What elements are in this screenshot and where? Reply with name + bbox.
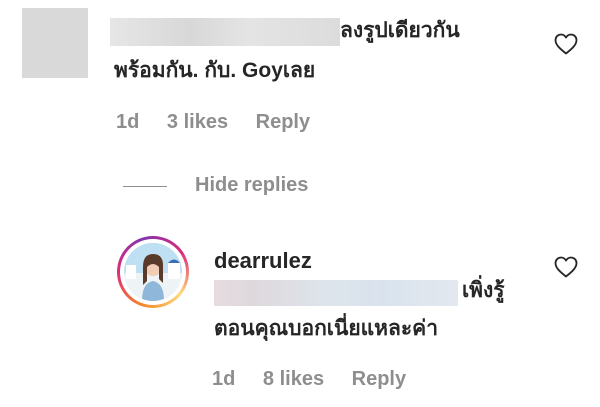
redacted-mention — [214, 280, 458, 306]
comment-text-line1: ลงรูปเดียวกัน — [340, 19, 460, 42]
reply-likes[interactable]: 8 likes — [263, 368, 324, 390]
comment-reply-button[interactable]: Reply — [256, 111, 310, 133]
avatar-photo — [124, 243, 182, 301]
comment-time[interactable]: 1d — [116, 111, 139, 133]
redacted-username — [110, 18, 340, 46]
heart-icon[interactable] — [554, 256, 578, 278]
reply-username[interactable]: dearrulez — [214, 248, 312, 274]
reply-reply-button[interactable]: Reply — [352, 368, 406, 390]
comment-meta: 1d 3 likes Reply — [116, 111, 332, 134]
commenter-avatar-redacted[interactable] — [22, 8, 88, 78]
heart-icon[interactable] — [554, 33, 578, 55]
reply-meta: 1d 8 likes Reply — [212, 368, 428, 391]
comment-likes[interactable]: 3 likes — [167, 111, 228, 133]
reply-avatar[interactable] — [117, 236, 189, 308]
hide-replies-label[interactable]: Hide replies — [195, 174, 308, 197]
avatar-ring-inner — [120, 239, 186, 305]
reply-time[interactable]: 1d — [212, 368, 235, 390]
reply-text-line1: เพิ่งรู้ — [462, 279, 505, 302]
comment-text-line2: พร้อมกัน. กับ. Goyเลย — [114, 59, 316, 82]
reply-text-line2: ตอนคุณบอกเนี่ยแหละค่า — [214, 317, 438, 340]
divider-line — [123, 186, 167, 187]
